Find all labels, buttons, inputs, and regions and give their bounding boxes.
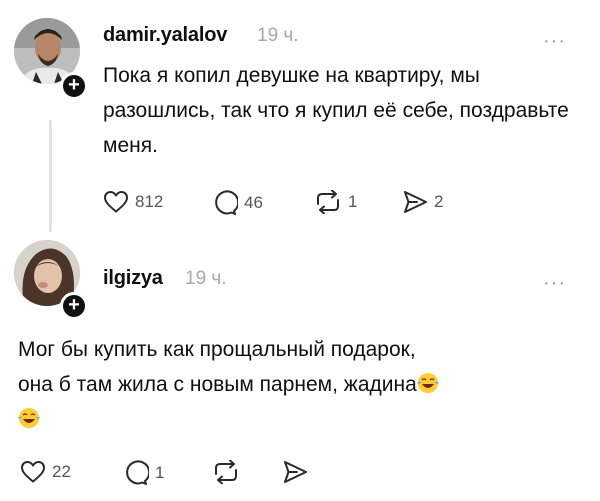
comment-line-1: Мог бы купить как прощальный подарок,	[18, 338, 416, 361]
username[interactable]: ilgizya	[103, 267, 163, 290]
reply-button[interactable]: 1	[123, 460, 164, 486]
comment-line-2-text: она б там жила с новым парнем, жадина	[18, 373, 417, 396]
repost-icon	[215, 460, 237, 484]
like-button[interactable]: 812	[103, 190, 163, 214]
repost-icon	[317, 190, 339, 214]
laughing-tears-emoji-icon	[18, 408, 40, 428]
thread-line	[49, 120, 52, 232]
repost-button[interactable]: 1	[314, 190, 357, 214]
follow-plus-icon[interactable]: +	[60, 292, 88, 320]
repost-count: 1	[348, 192, 358, 211]
timestamp: 19 ч.	[185, 268, 227, 289]
share-button[interactable]: 2	[402, 190, 443, 214]
comment-bubble-icon	[215, 190, 238, 215]
reply-count: 1	[155, 463, 165, 482]
like-button[interactable]: 22	[20, 460, 71, 484]
heart-icon	[20, 460, 46, 483]
username[interactable]: damir.yalalov	[103, 24, 227, 47]
like-count: 812	[135, 192, 164, 211]
share-count: 2	[434, 192, 444, 211]
comment-bubble-icon	[126, 460, 149, 485]
timestamp: 19 ч.	[257, 25, 299, 46]
laughing-tears-emoji-icon	[416, 373, 439, 393]
post-text: Пока я копил девушке на квартиру, мы раз…	[103, 64, 569, 157]
send-icon	[404, 191, 427, 213]
comment-line-2: она б там жила с новым парнем, жадина	[18, 367, 578, 402]
follow-plus-icon[interactable]: +	[60, 72, 88, 100]
post-ilgizya: + ilgizya 19 ч. ··· Мог бы купить как пр…	[0, 235, 600, 501]
post-damir: + damir.yalalov 19 ч. ··· Пока я копил д…	[0, 0, 600, 235]
heart-icon	[103, 190, 129, 213]
like-count: 22	[52, 462, 71, 481]
repost-button[interactable]	[212, 460, 240, 484]
send-icon	[284, 461, 307, 483]
comment-text: Мог бы купить как прощальный подарок, он…	[18, 332, 578, 437]
more-horizontal-icon[interactable]: ···	[543, 31, 566, 51]
comment-line-3	[18, 402, 578, 437]
share-button[interactable]	[282, 460, 308, 484]
reply-button[interactable]: 46	[212, 190, 263, 216]
more-horizontal-icon[interactable]: ···	[543, 273, 566, 293]
reply-count: 46	[244, 193, 263, 212]
